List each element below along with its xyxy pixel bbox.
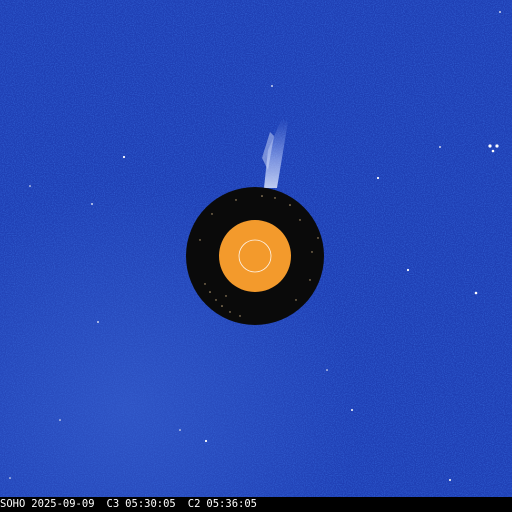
star <box>271 85 273 87</box>
star <box>91 203 93 205</box>
c2-label: C2 <box>187 498 201 510</box>
star <box>406 268 410 272</box>
speckle <box>235 199 237 201</box>
observation-date: 2025-09-09 <box>31 498 95 510</box>
star <box>499 11 501 13</box>
speckle <box>295 299 297 301</box>
star <box>122 155 126 159</box>
star <box>29 185 31 187</box>
c3-time: 05:30:05 <box>125 498 176 510</box>
speckle <box>274 197 276 199</box>
star <box>439 146 441 148</box>
speckle <box>261 195 263 197</box>
star <box>204 439 208 443</box>
star <box>351 409 353 411</box>
star <box>449 479 451 481</box>
star <box>179 429 181 431</box>
inner-occulter <box>219 220 291 292</box>
speckle <box>221 305 223 307</box>
c2-time: 05:36:05 <box>206 498 257 510</box>
speckle <box>211 213 213 215</box>
c3-label: C3 <box>106 498 120 510</box>
instrument-label: SOHO <box>0 498 26 510</box>
star <box>59 419 61 421</box>
star <box>491 149 495 153</box>
speckle <box>225 295 227 297</box>
speckle <box>199 239 201 241</box>
speckle <box>299 219 301 221</box>
star <box>326 369 328 371</box>
caption-bar: SOHO 2025-09-09 C3 05:30:05 C2 05:36:05 <box>0 497 512 512</box>
star <box>474 291 478 295</box>
speckle <box>204 283 206 285</box>
star <box>376 176 380 180</box>
speckle <box>239 315 241 317</box>
star <box>495 144 499 148</box>
speckle <box>311 251 313 253</box>
star <box>488 144 492 148</box>
speckle <box>209 291 211 293</box>
star <box>9 477 11 479</box>
speckle <box>229 311 231 313</box>
speckle <box>215 299 217 301</box>
speckle <box>317 237 319 239</box>
coronagraph-field <box>0 0 512 497</box>
star <box>97 321 99 323</box>
speckle <box>289 204 291 206</box>
speckle <box>309 279 311 281</box>
coronagraph-image: SOHO 2025-09-09 C3 05:30:05 C2 05:36:05 <box>0 0 512 512</box>
